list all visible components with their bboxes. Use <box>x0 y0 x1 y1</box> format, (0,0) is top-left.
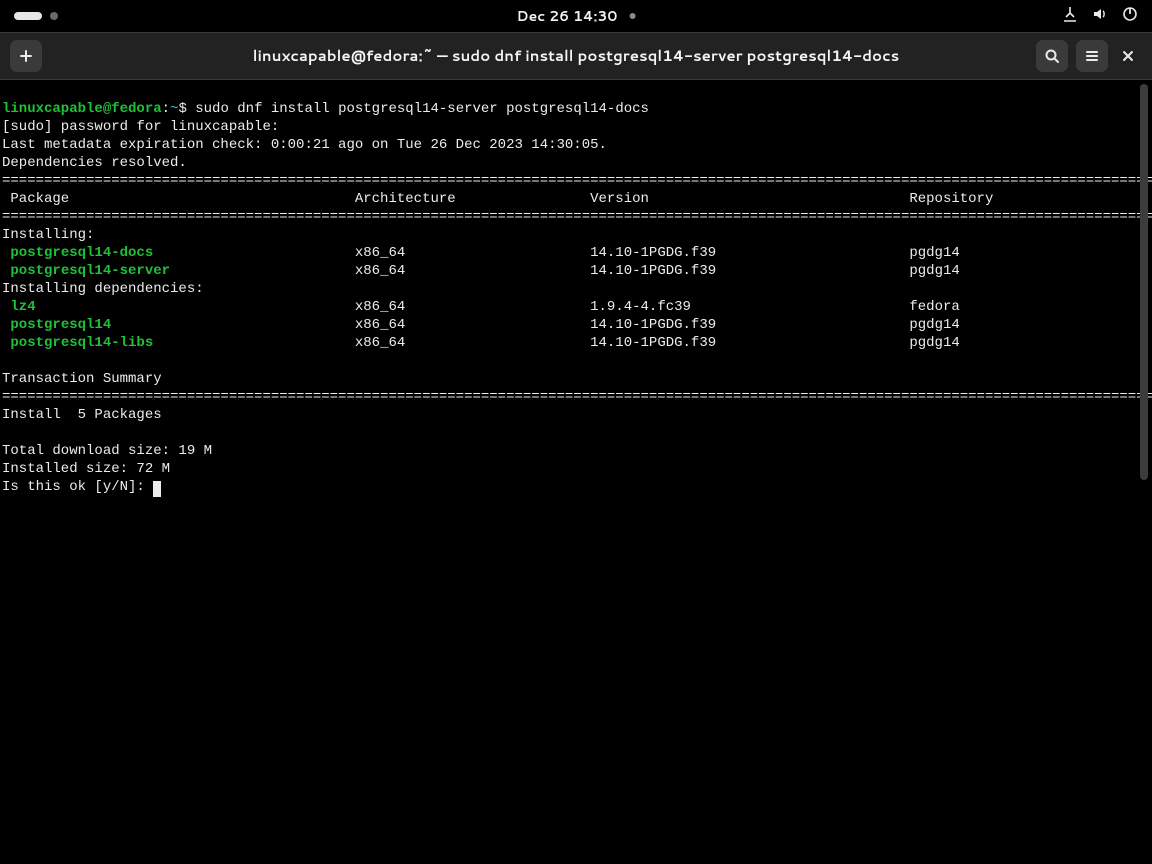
clock-area[interactable]: Dec 26 14:30 <box>517 7 636 25</box>
power-icon[interactable] <box>1122 6 1138 26</box>
network-icon[interactable] <box>1062 6 1078 26</box>
clock-text: Dec 26 14:30 <box>517 7 618 25</box>
gnome-top-panel: Dec 26 14:30 <box>0 0 1152 32</box>
activities-pill-icon <box>14 12 42 20</box>
hamburger-menu-button[interactable] <box>1076 40 1108 72</box>
scrollbar-thumb[interactable] <box>1140 84 1148 480</box>
terminal-titlebar: linuxcapable@fedora:~ — sudo dnf install… <box>0 32 1152 80</box>
terminal-output[interactable]: linuxcapable@fedora:~$ sudo dnf install … <box>0 94 1152 852</box>
search-button[interactable] <box>1036 40 1068 72</box>
new-tab-button[interactable] <box>10 40 42 72</box>
activities-indicator[interactable] <box>0 12 58 20</box>
window-title: linuxcapable@fedora:~ — sudo dnf install… <box>253 47 900 65</box>
notification-dot-icon <box>629 13 635 19</box>
volume-icon[interactable] <box>1092 6 1108 26</box>
close-window-button[interactable] <box>1112 40 1144 72</box>
workspace-dot-icon <box>50 12 58 20</box>
